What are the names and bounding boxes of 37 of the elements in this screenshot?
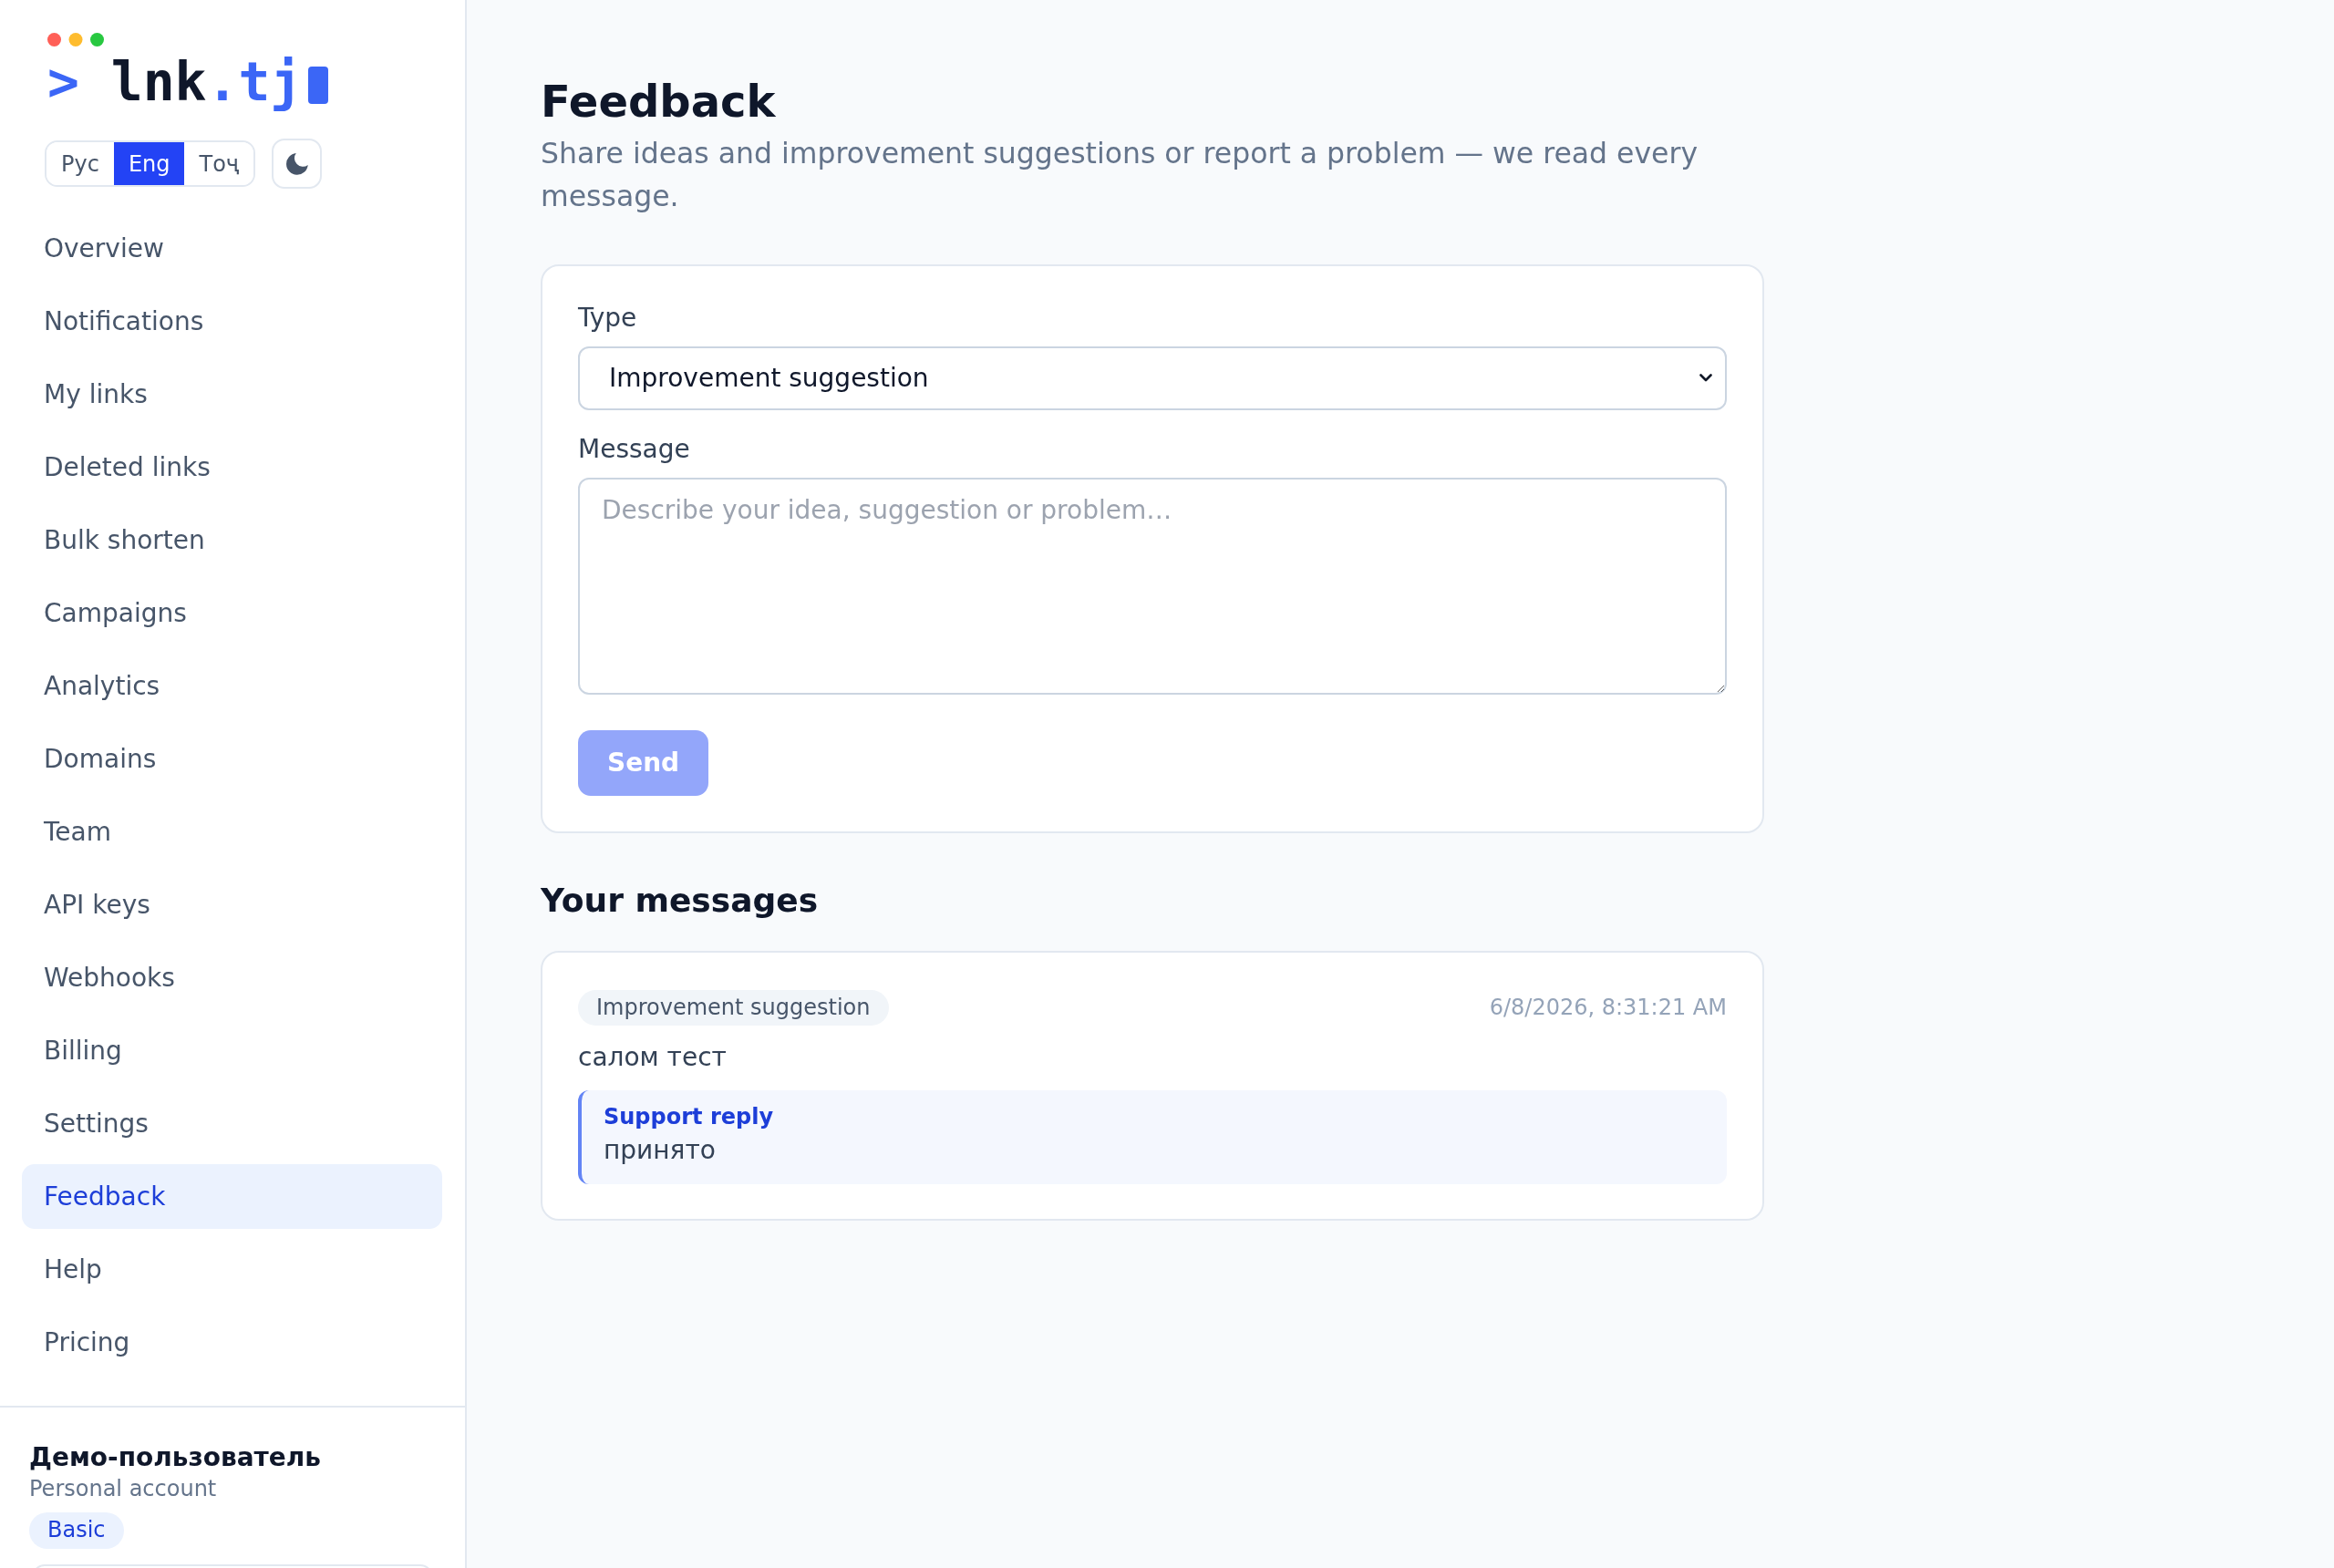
message-type-tag: Improvement suggestion — [578, 989, 889, 1026]
sidebar-nav-item[interactable]: Team — [22, 799, 442, 864]
sidebar-nav-item[interactable]: Help — [22, 1237, 442, 1302]
cursor-block-icon — [308, 66, 329, 104]
window-dots-icon — [47, 33, 104, 46]
sidebar-nav-item[interactable]: Notifications — [22, 289, 442, 354]
sidebar-nav-item[interactable]: API keys — [22, 872, 442, 937]
account-type: Personal account — [29, 1475, 217, 1504]
message-text: салом тест — [578, 1040, 728, 1074]
sidebar-nav-item[interactable]: Webhooks — [22, 945, 442, 1010]
sidebar-nav-item[interactable]: Campaigns — [22, 581, 442, 645]
user-name: Демо-пользователь — [29, 1441, 322, 1474]
sidebar-nav-item[interactable]: My links — [22, 362, 442, 427]
language-tab[interactable]: Eng — [113, 142, 185, 185]
section-title: Your messages — [541, 880, 819, 920]
sidebar-nav-item[interactable]: Pricing — [22, 1310, 442, 1375]
type-select[interactable]: Improvement suggestion — [578, 346, 1727, 410]
moon-icon — [285, 152, 308, 175]
reply-label: Support reply — [604, 1103, 775, 1132]
chevron-down-icon — [1699, 374, 1712, 383]
message-label: Message — [578, 432, 690, 466]
message-field[interactable]: Describe your idea, suggestion or problem… — [578, 477, 1727, 695]
type-label: Type — [578, 302, 637, 335]
sidebar-nav-item[interactable]: Billing — [22, 1018, 442, 1083]
message-timestamp: 6/8/2026, 8:31:21 AM — [1489, 995, 1727, 1021]
sidebar-nav-item[interactable]: Feedback — [22, 1164, 442, 1229]
sidebar-nav-item[interactable]: Analytics — [22, 654, 442, 718]
plan-badge: Basic — [29, 1512, 124, 1549]
sidebar-nav-item[interactable]: Overview — [22, 216, 442, 281]
sidebar-nav-item[interactable]: Bulk shorten — [22, 508, 442, 573]
page-title: Feedback — [541, 76, 776, 129]
sidebar-nav-item[interactable]: Deleted links — [22, 435, 442, 500]
page-subtitle: Share ideas and improvement suggestions or report a problem — we read every message. — [541, 135, 1699, 214]
sidebar-nav-item[interactable]: Domains — [22, 727, 442, 791]
reply-text: принято — [604, 1133, 717, 1167]
sidebar-nav-item[interactable]: Settings — [22, 1091, 442, 1156]
theme-toggle-button[interactable] — [272, 139, 322, 189]
